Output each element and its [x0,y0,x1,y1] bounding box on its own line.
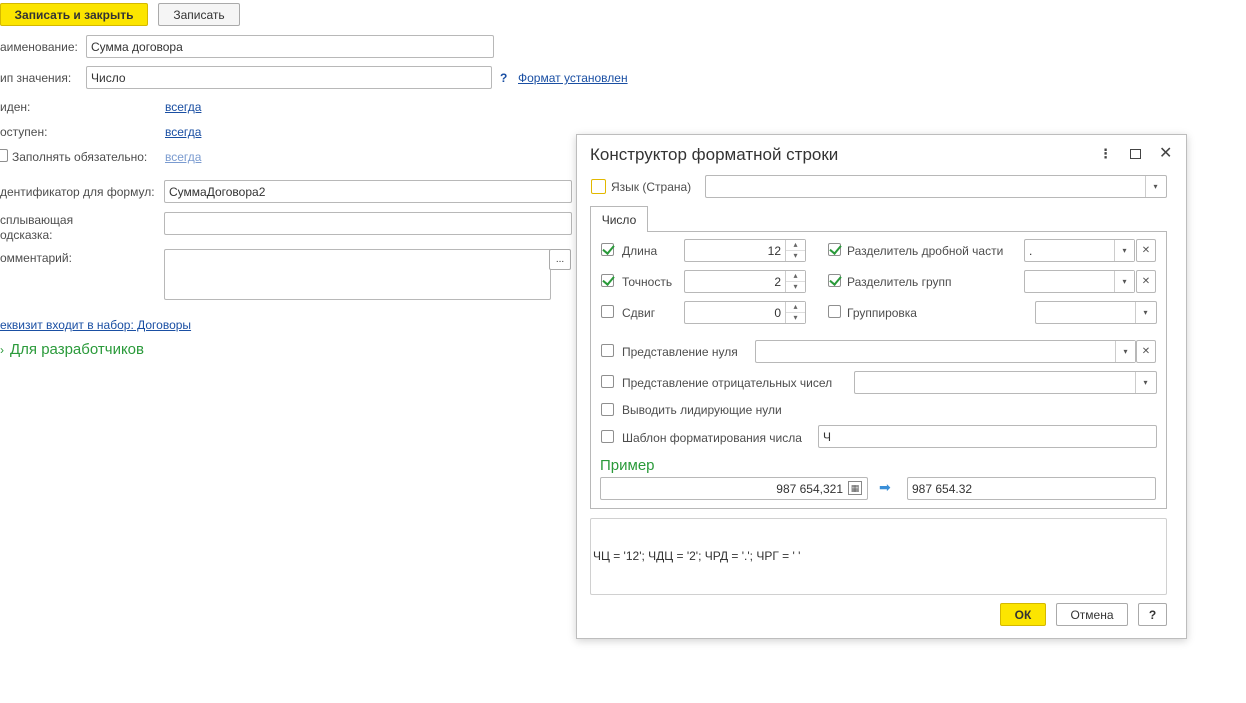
format-string-text: ЧЦ = '12'; ЧДЦ = '2'; ЧРД = '.'; ЧРГ = '… [593,549,801,563]
example-input[interactable]: 987 654,321 [600,477,868,500]
dev-section-arrow-icon[interactable]: › [0,343,4,357]
example-output: 987 654.32 [907,477,1156,500]
tab-number-label: Число [601,212,637,227]
leading-zeros-label: Выводить лидирующие нули [622,403,782,417]
name-input[interactable]: Сумма договора [86,35,494,58]
frac-sep-dropdown-icon[interactable]: ▾ [1114,240,1134,261]
visible-label: иден: [0,100,31,114]
format-constructor-dialog: Конструктор форматной строки ⋮ ✕ Язык (С… [576,134,1187,639]
frac-sep-label: Разделитель дробной части [847,244,1004,258]
zero-checkbox[interactable] [601,344,614,357]
tab-number[interactable]: Число [590,206,648,232]
group-sep-checkbox[interactable] [828,274,841,287]
length-label: Длина [622,244,658,258]
negative-label: Представление отрицательных чисел [622,376,833,390]
template-checkbox[interactable] [601,430,614,443]
attribute-set-link[interactable]: еквизит входит в набор: Договоры [0,318,191,332]
name-label: аименование: [0,40,78,54]
close-icon[interactable]: ✕ [1159,143,1172,163]
save-button[interactable]: Записать [158,3,240,26]
shift-stepper[interactable]: ▴ ▾ [785,302,805,323]
precision-stepper[interactable]: ▴ ▾ [785,271,805,292]
language-select[interactable] [705,175,1167,198]
comment-textarea[interactable] [164,249,551,300]
help-icon[interactable]: ? [500,71,507,85]
ok-button[interactable]: ОК [1000,603,1046,626]
language-dropdown-icon[interactable]: ▾ [1145,176,1165,197]
frac-sep-checkbox[interactable] [828,243,841,256]
formula-id-label: дентификатор для формул: [0,185,155,199]
example-title: Пример [600,457,655,474]
save-and-close-button[interactable]: Записать и закрыть [0,3,148,26]
grouping-label: Группировка [847,306,917,320]
group-sep-label: Разделитель групп [847,275,952,289]
negative-dropdown-icon[interactable]: ▾ [1135,372,1155,393]
required-checkbox[interactable] [0,149,8,162]
tooltip-label-line2: одсказка: [0,228,53,242]
zero-dropdown-icon[interactable]: ▾ [1115,341,1135,362]
frac-sep-clear-icon[interactable]: ✕ [1136,239,1156,262]
required-link[interactable]: всегда [165,150,201,164]
comment-select-button[interactable]: ... [549,249,571,270]
formula-id-input[interactable]: СуммаДоговора2 [164,180,572,203]
template-label: Шаблон форматирования числа [622,431,802,445]
language-checkbox[interactable] [591,179,606,194]
calculator-icon[interactable]: ▦ [848,481,862,495]
tooltip-input[interactable] [164,212,572,235]
zero-label: Представление нуля [622,345,738,359]
tooltip-label-line1: сплывающая [0,213,74,227]
format-link[interactable]: Формат установлен [518,71,628,85]
grouping-checkbox[interactable] [828,305,841,318]
required-label: Заполнять обязательно: [12,150,148,164]
leading-zeros-checkbox[interactable] [601,403,614,416]
cancel-button[interactable]: Отмена [1056,603,1128,626]
maximize-icon[interactable] [1130,149,1141,159]
dialog-title: Конструктор форматной строки [590,145,839,164]
group-sep-dropdown-icon[interactable]: ▾ [1114,271,1134,292]
precision-checkbox[interactable] [601,274,614,287]
zero-clear-icon[interactable]: ✕ [1136,340,1156,363]
template-input[interactable]: Ч [818,425,1157,448]
available-link[interactable]: всегда [165,125,201,139]
more-icon[interactable]: ⋮ [1099,146,1112,162]
visible-link[interactable]: всегда [165,100,201,114]
precision-label: Точность [622,275,673,289]
length-checkbox[interactable] [601,243,614,256]
shift-checkbox[interactable] [601,305,614,318]
shift-label: Сдвиг [622,306,656,320]
available-label: оступен: [0,125,48,139]
grouping-dropdown-icon[interactable]: ▾ [1135,302,1155,323]
comment-label: омментарий: [0,251,72,265]
language-label: Язык (Страна) [611,180,692,194]
help-button[interactable]: ? [1138,603,1167,626]
arrow-right-icon: ➡ [879,479,891,495]
group-sep-clear-icon[interactable]: ✕ [1136,270,1156,293]
length-stepper[interactable]: ▴ ▾ [785,240,805,261]
negative-checkbox[interactable] [601,375,614,388]
type-label: ип значения: [0,71,72,85]
dev-section-title[interactable]: Для разработчиков [10,341,144,358]
negative-select[interactable] [854,371,1157,394]
zero-select[interactable] [755,340,1136,363]
type-input[interactable]: Число [86,66,492,89]
